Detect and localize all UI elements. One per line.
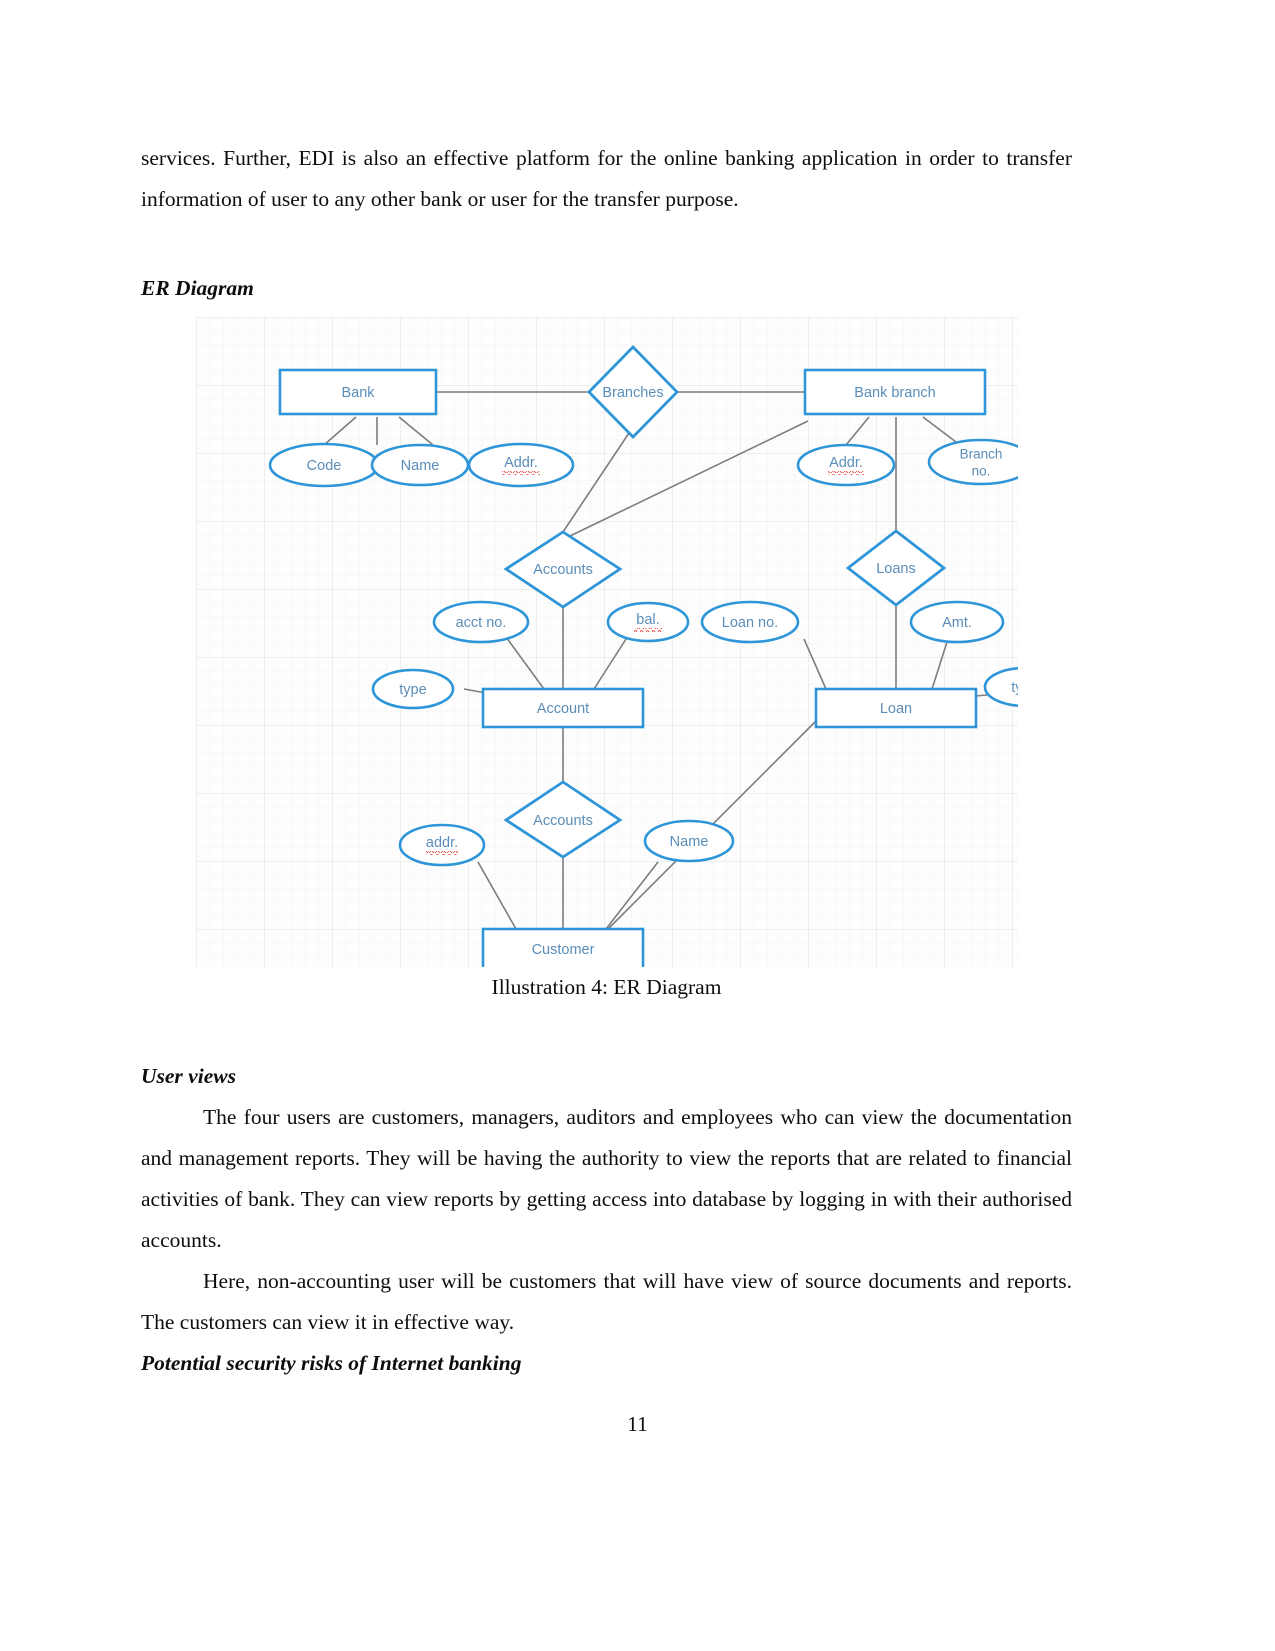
attribute-bank-name-label: Name (400, 458, 439, 474)
attribute-acct-no[interactable]: acct no. (432, 600, 529, 644)
attribute-bank-addr-label: Addr. (504, 455, 538, 471)
heading-er-diagram: ER Diagram (141, 276, 254, 300)
attribute-acct-type[interactable]: type (371, 668, 454, 710)
attribute-cust-name-label: Name (669, 834, 708, 850)
attribute-bank-addr[interactable]: Addr. (467, 442, 574, 488)
relationship-branches-label: Branches (602, 385, 663, 401)
attribute-loan-type-label: type (1011, 680, 1018, 696)
attribute-acct-bal[interactable]: bal. (606, 601, 689, 643)
attribute-branch-addr[interactable]: Addr. (796, 443, 895, 487)
entity-bank[interactable]: Bank (278, 368, 437, 416)
spellcheck-underline-icon (501, 471, 540, 475)
page-content: services. Further, EDI is also an effect… (141, 138, 1072, 1384)
heading-security-risks: Potential security risks of Internet ban… (141, 1351, 522, 1375)
spellcheck-underline-icon (633, 628, 662, 632)
er-diagram-figure: Bank Branches Bank branch Code Name Addr… (195, 317, 1018, 967)
attribute-loan-amt-label: Amt. (942, 615, 972, 631)
entity-loan[interactable]: Loan (814, 687, 977, 729)
attribute-loan-amt[interactable]: Amt. (909, 600, 1004, 644)
document-page: services. Further, EDI is also an effect… (0, 0, 1275, 1651)
entity-customer[interactable]: Customer (481, 927, 644, 967)
entity-loan-label: Loan (879, 701, 911, 717)
attribute-acct-bal-label: bal. (636, 612, 659, 628)
attribute-cust-addr-label: addr. (425, 835, 457, 851)
spellcheck-underline-icon (425, 851, 458, 855)
attribute-cust-name[interactable]: Name (643, 819, 734, 863)
relationship-loans-label: Loans (876, 561, 916, 577)
entity-bank-branch-label: Bank branch (854, 385, 935, 401)
entity-account[interactable]: Account (481, 687, 644, 729)
attribute-loan-no-label: Loan no. (721, 615, 777, 631)
entity-account-label: Account (536, 701, 588, 717)
attribute-cust-addr[interactable]: addr. (398, 823, 485, 867)
heading-user-views: User views (141, 1064, 236, 1088)
attribute-branch-addr-label: Addr. (829, 455, 863, 471)
relationship-accounts-bottom-label: Accounts (533, 813, 593, 829)
relationship-accounts-top-label: Accounts (533, 562, 593, 578)
paragraph-user-views-1: The four users are customers, managers, … (141, 1105, 1072, 1252)
attribute-acct-no-label: acct no. (455, 615, 506, 631)
attribute-bank-name[interactable]: Name (370, 443, 469, 487)
attribute-code-label: Code (306, 458, 341, 474)
attribute-code[interactable]: Code (268, 442, 379, 488)
attribute-branch-no-label-line1: Branch (959, 447, 1002, 462)
page-number: 11 (627, 1412, 648, 1436)
attribute-acct-type-label: type (399, 682, 426, 698)
entity-bank-label: Bank (341, 385, 375, 401)
attribute-branch-no[interactable]: Branch no. (927, 438, 1018, 486)
er-diagram-canvas: Bank Branches Bank branch Code Name Addr… (195, 317, 1018, 967)
paragraph-services: services. Further, EDI is also an effect… (141, 146, 1072, 211)
paragraph-user-views-2: Here, non-accounting user will be custom… (141, 1269, 1072, 1334)
attribute-loan-no[interactable]: Loan no. (700, 600, 799, 644)
attribute-branch-no-label-line2: no. (971, 464, 990, 479)
spellcheck-underline-icon (827, 471, 864, 475)
figure-caption: Illustration 4: ER Diagram (491, 975, 722, 999)
entity-customer-label: Customer (531, 942, 594, 958)
entity-bank-branch[interactable]: Bank branch (803, 368, 986, 416)
